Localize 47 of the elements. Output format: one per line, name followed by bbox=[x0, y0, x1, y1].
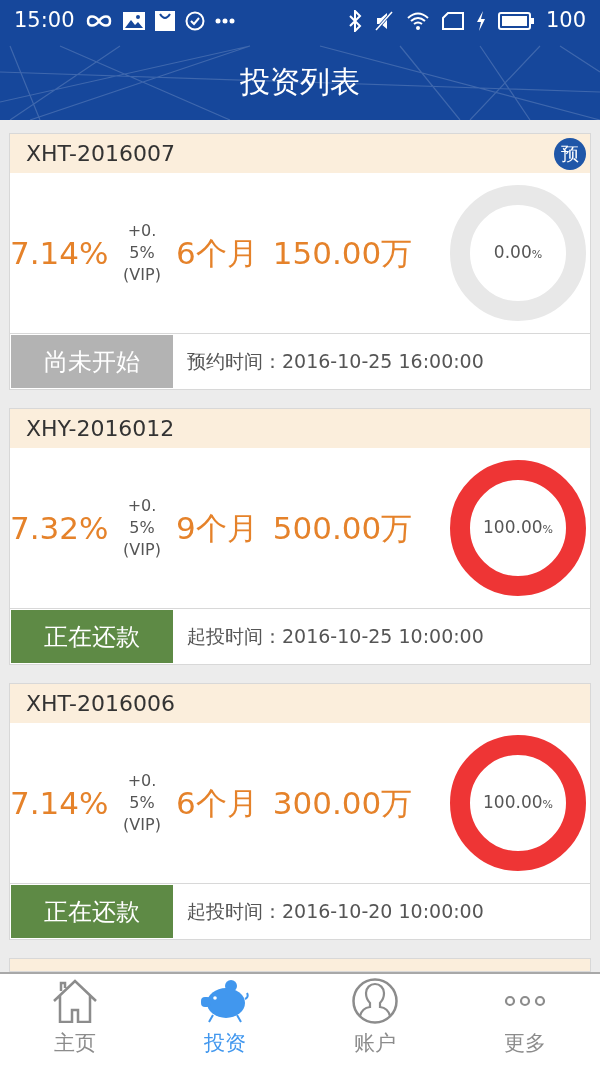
interest-rate: 7.14% bbox=[10, 233, 110, 273]
page-title: 投资列表 bbox=[240, 62, 360, 101]
tab-item[interactable]: 账户 bbox=[300, 974, 450, 1067]
image-icon bbox=[122, 12, 145, 30]
loan-amount: 500.00万 bbox=[272, 508, 413, 548]
wifi-icon bbox=[405, 11, 430, 31]
progress-percent: 100.00% bbox=[483, 791, 553, 815]
more-icon bbox=[504, 994, 546, 1007]
tab-item[interactable]: 投资 bbox=[150, 974, 300, 1067]
shopping-bag-icon bbox=[154, 11, 175, 31]
sim-card-icon bbox=[441, 12, 464, 30]
vip-bonus: +0. 5% (VIP) bbox=[122, 495, 162, 561]
interest-rate: 7.32% bbox=[10, 508, 110, 548]
term-length: 6个月 bbox=[176, 233, 258, 273]
interest-rate: 7.14% bbox=[10, 783, 110, 823]
vip-bonus: +0. 5% (VIP) bbox=[122, 220, 162, 286]
tab-item[interactable]: 更多 bbox=[450, 974, 600, 1067]
check-circle-icon bbox=[184, 11, 205, 31]
user-icon bbox=[352, 977, 398, 1024]
start-time: 起投时间：2016-10-20 10:00:00 bbox=[187, 899, 484, 925]
start-time: 预约时间：2016-10-25 16:00:00 bbox=[187, 349, 484, 375]
mute-icon bbox=[373, 11, 394, 31]
more-icon bbox=[214, 18, 235, 24]
progress-percent: 100.00% bbox=[483, 516, 553, 540]
loan-amount: 300.00万 bbox=[272, 783, 413, 823]
house-icon bbox=[52, 978, 98, 1023]
term-length: 6个月 bbox=[176, 783, 258, 823]
start-time: 起投时间：2016-10-25 10:00:00 bbox=[187, 624, 484, 650]
bluetooth-icon bbox=[347, 10, 362, 32]
product-code: XHT-2016007 bbox=[26, 140, 175, 168]
status-label: 尚未开始 bbox=[11, 335, 173, 388]
battery-icon bbox=[497, 12, 534, 30]
product-code: XHT-2016006 bbox=[26, 690, 175, 718]
clock-time: 15:00 bbox=[14, 7, 75, 35]
product-code: XHY-2016012 bbox=[26, 415, 175, 443]
status-label: 正在还款 bbox=[11, 610, 173, 663]
reservation-badge: 预 bbox=[554, 137, 586, 170]
status-label: 正在还款 bbox=[11, 885, 173, 938]
progress-percent: 0.00% bbox=[493, 241, 543, 265]
tab-item[interactable]: 主页 bbox=[0, 974, 150, 1067]
infinity-icon bbox=[84, 13, 113, 29]
loan-amount: 150.00万 bbox=[272, 233, 413, 273]
vip-bonus: +0. 5% (VIP) bbox=[122, 770, 162, 836]
charging-icon bbox=[475, 11, 486, 31]
piggy-bank-icon bbox=[201, 978, 249, 1023]
battery-level: 100 bbox=[545, 7, 586, 35]
term-length: 9个月 bbox=[176, 508, 258, 548]
